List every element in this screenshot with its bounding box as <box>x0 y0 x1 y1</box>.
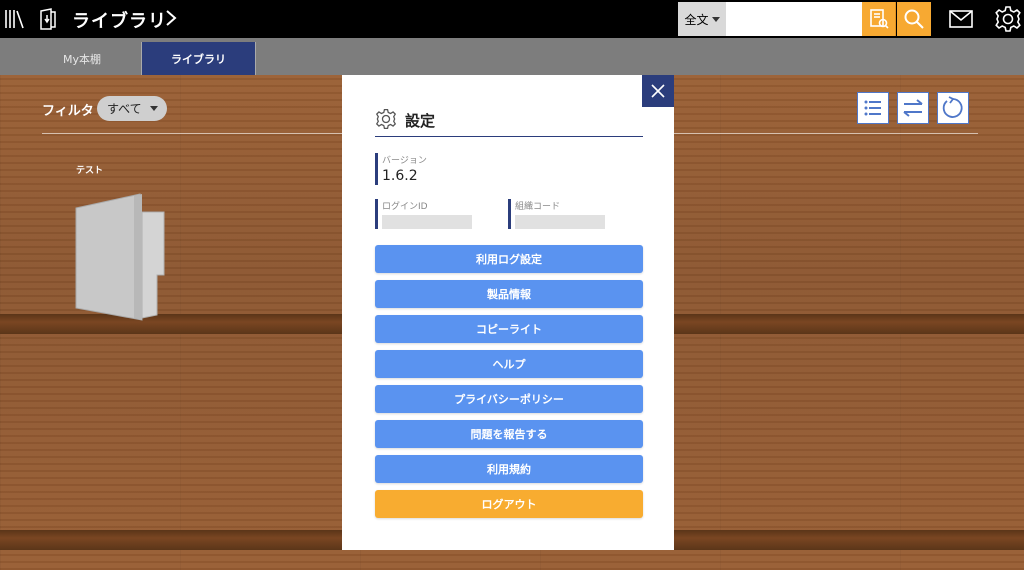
bookshelf-icon[interactable] <box>4 8 26 30</box>
help-button[interactable]: ヘルプ <box>375 350 643 378</box>
search-input[interactable] <box>726 2 862 36</box>
close-button[interactable] <box>642 75 674 107</box>
document-search-icon <box>869 9 889 29</box>
caret-down-icon <box>150 106 158 111</box>
search-scope-select[interactable]: 全文 <box>678 2 726 36</box>
filter-label: フィルタ <box>42 104 94 119</box>
page-title: ライブラリ <box>72 11 167 32</box>
settings-dialog: 設定 バージョン 1.6.2 ログインID 組織コード 利用ログ設定 製品情報 … <box>342 75 674 550</box>
swap-arrows-icon <box>903 99 923 117</box>
org-code-field: 組織コード <box>508 199 605 229</box>
search-button[interactable] <box>897 2 931 36</box>
caret-down-icon <box>711 16 720 22</box>
login-id-field: ログインID <box>375 199 472 229</box>
terms-of-use-button[interactable]: 利用規約 <box>375 455 643 483</box>
refresh-icon <box>942 96 963 118</box>
org-code-value-masked <box>515 215 605 229</box>
version-value: 1.6.2 <box>382 168 418 184</box>
usage-log-settings-button[interactable]: 利用ログ設定 <box>375 245 643 273</box>
version-label: バージョン <box>382 156 427 166</box>
tab-my-bookshelf[interactable]: My本棚 <box>24 42 140 75</box>
close-icon <box>651 84 665 98</box>
tab-bar: My本棚 ライブラリ <box>0 38 1024 75</box>
dialog-title: 設定 <box>405 112 436 130</box>
gear-icon <box>375 108 397 130</box>
login-id-value-masked <box>382 215 472 229</box>
sort-button[interactable] <box>897 92 929 124</box>
search-icon <box>904 9 924 29</box>
privacy-policy-button[interactable]: プライバシーポリシー <box>375 385 643 413</box>
list-icon <box>864 100 881 116</box>
refresh-button[interactable] <box>937 92 969 124</box>
filter-selected-value: すべて <box>107 102 142 116</box>
report-problem-button[interactable]: 問題を報告する <box>375 420 643 448</box>
search-scope-label: 全文 <box>684 12 709 27</box>
settings-gear-icon[interactable] <box>994 5 1022 33</box>
logout-button[interactable]: ログアウト <box>375 490 643 518</box>
content-search-button[interactable] <box>862 2 896 36</box>
book-cover[interactable] <box>72 190 172 325</box>
book-open-icon[interactable] <box>38 7 58 31</box>
divider <box>375 136 643 137</box>
mail-icon[interactable] <box>948 8 974 30</box>
chevron-right-icon[interactable] <box>164 8 178 28</box>
org-code-label: 組織コード <box>515 202 561 212</box>
version-field: バージョン 1.6.2 <box>375 153 427 185</box>
product-info-button[interactable]: 製品情報 <box>375 280 643 308</box>
list-view-button[interactable] <box>857 92 889 124</box>
copyright-button[interactable]: コピーライト <box>375 315 643 343</box>
login-id-label: ログインID <box>382 202 428 212</box>
top-bar: ライブラリ 全文 <box>0 0 1024 38</box>
book-title: テスト <box>76 166 104 176</box>
filter-select[interactable]: すべて <box>97 96 167 121</box>
tab-library[interactable]: ライブラリ <box>141 42 256 75</box>
